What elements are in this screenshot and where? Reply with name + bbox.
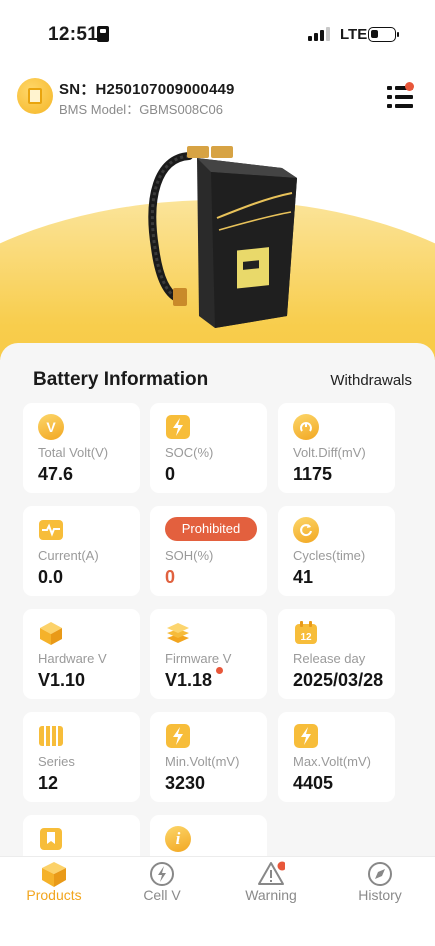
card-value: 0 xyxy=(165,464,176,484)
serial-number: SN：H250107009000449 xyxy=(59,81,235,98)
card-value: 4405 xyxy=(293,773,334,793)
bottom-tab-bar: Products Cell V Warning History xyxy=(0,856,435,946)
card-value: 3230 xyxy=(165,773,206,793)
bms-model: BMS Model：GBMS008C06 xyxy=(59,102,224,117)
card-max-volt[interactable]: Max.Volt(mV) 4405 xyxy=(278,712,395,802)
card-label: Total Volt(V) xyxy=(38,445,109,460)
status-badge: Prohibited xyxy=(165,517,257,541)
tab-history[interactable]: History xyxy=(326,857,434,917)
svg-text:12: 12 xyxy=(300,632,312,643)
battery-icon xyxy=(368,27,399,42)
card-partial-bookmark[interactable] xyxy=(23,815,140,856)
status-bar: 12:51 LTE xyxy=(0,0,435,60)
card-value: 0 xyxy=(165,567,176,587)
update-dot xyxy=(216,667,223,674)
card-release-day[interactable]: 12 Release day 2025/03/28 xyxy=(278,609,395,699)
card-partial-info[interactable]: i xyxy=(150,815,267,856)
card-label: Max.Volt(mV) xyxy=(293,754,372,769)
card-value: 1175 xyxy=(293,464,333,484)
card-label: SOC(%) xyxy=(165,445,214,460)
card-total-volt[interactable]: V Total Volt(V) 47.6 xyxy=(23,403,140,493)
tab-cell-v[interactable]: Cell V xyxy=(108,857,216,917)
card-value: 12 xyxy=(38,773,59,793)
card-soc[interactable]: SOC(%) 0 xyxy=(150,403,267,493)
card-cycles[interactable]: Cycles(time) 41 xyxy=(278,506,395,596)
card-value: 41 xyxy=(293,567,314,587)
card-current[interactable]: Current(A) 0.0 xyxy=(23,506,140,596)
bolt-icon xyxy=(294,724,318,748)
card-label: Release day xyxy=(293,651,366,666)
tab-products[interactable]: Products xyxy=(0,857,108,917)
card-value: 2025/03/28 xyxy=(293,670,384,690)
cells-icon xyxy=(39,726,63,746)
card-label: Firmware V xyxy=(165,651,232,666)
tab-label: Cell V xyxy=(143,887,181,903)
network-type: LTE xyxy=(340,26,368,43)
layers-icon xyxy=(167,623,189,643)
card-label: Cycles(time) xyxy=(293,548,366,563)
signal-strength-icon xyxy=(308,27,332,41)
card-label: Volt.Diff(mV) xyxy=(293,445,366,460)
section-title: Battery Information xyxy=(33,369,209,390)
bolt-icon xyxy=(166,415,190,439)
card-firmware-version[interactable]: Firmware V V1.18 xyxy=(150,609,267,699)
gauge-icon xyxy=(293,414,319,440)
card-value: V1.18 xyxy=(165,670,213,690)
card-value: 0.0 xyxy=(38,567,64,587)
tab-label: History xyxy=(358,887,402,903)
card-min-volt[interactable]: Min.Volt(mV) 3230 xyxy=(150,712,267,802)
card-label: Hardware V xyxy=(38,651,107,666)
status-time: 12:51 xyxy=(48,24,99,45)
cycle-icon xyxy=(293,517,319,543)
calendar-icon: 12 xyxy=(295,621,317,644)
bookmark-icon xyxy=(40,828,62,850)
info-icon: i xyxy=(165,826,191,852)
card-series[interactable]: Series 12 xyxy=(23,712,140,802)
card-volt-diff[interactable]: Volt.Diff(mV) 1175 xyxy=(278,403,395,493)
notification-dot xyxy=(405,82,414,91)
tab-label: Warning xyxy=(245,887,297,903)
battery-pack-image xyxy=(148,146,297,328)
bolt-circle-icon xyxy=(150,862,174,886)
list-menu-icon[interactable] xyxy=(387,82,414,108)
cube-icon xyxy=(42,862,66,887)
card-hardware-version[interactable]: Hardware V V1.10 xyxy=(23,609,140,699)
tab-warning[interactable]: Warning xyxy=(217,857,325,917)
warning-icon xyxy=(258,861,285,885)
card-label: Min.Volt(mV) xyxy=(165,754,240,769)
cube-icon xyxy=(40,622,62,645)
sim-card-icon xyxy=(97,26,109,42)
card-label: Current(A) xyxy=(38,548,99,563)
volt-icon: V xyxy=(38,414,64,440)
tab-label: Products xyxy=(26,887,82,903)
card-label: SOH(%) xyxy=(165,548,214,563)
card-value: V1.10 xyxy=(38,670,86,690)
bolt-icon xyxy=(166,724,190,748)
pulse-icon xyxy=(39,520,63,540)
card-soh[interactable]: Prohibited SOH(%) 0 xyxy=(150,506,267,596)
compass-icon xyxy=(368,862,392,886)
card-value: 47.6 xyxy=(38,464,74,484)
card-label: Series xyxy=(38,754,75,769)
withdrawals-link[interactable]: Withdrawals xyxy=(330,372,412,389)
app-logo xyxy=(17,78,53,114)
